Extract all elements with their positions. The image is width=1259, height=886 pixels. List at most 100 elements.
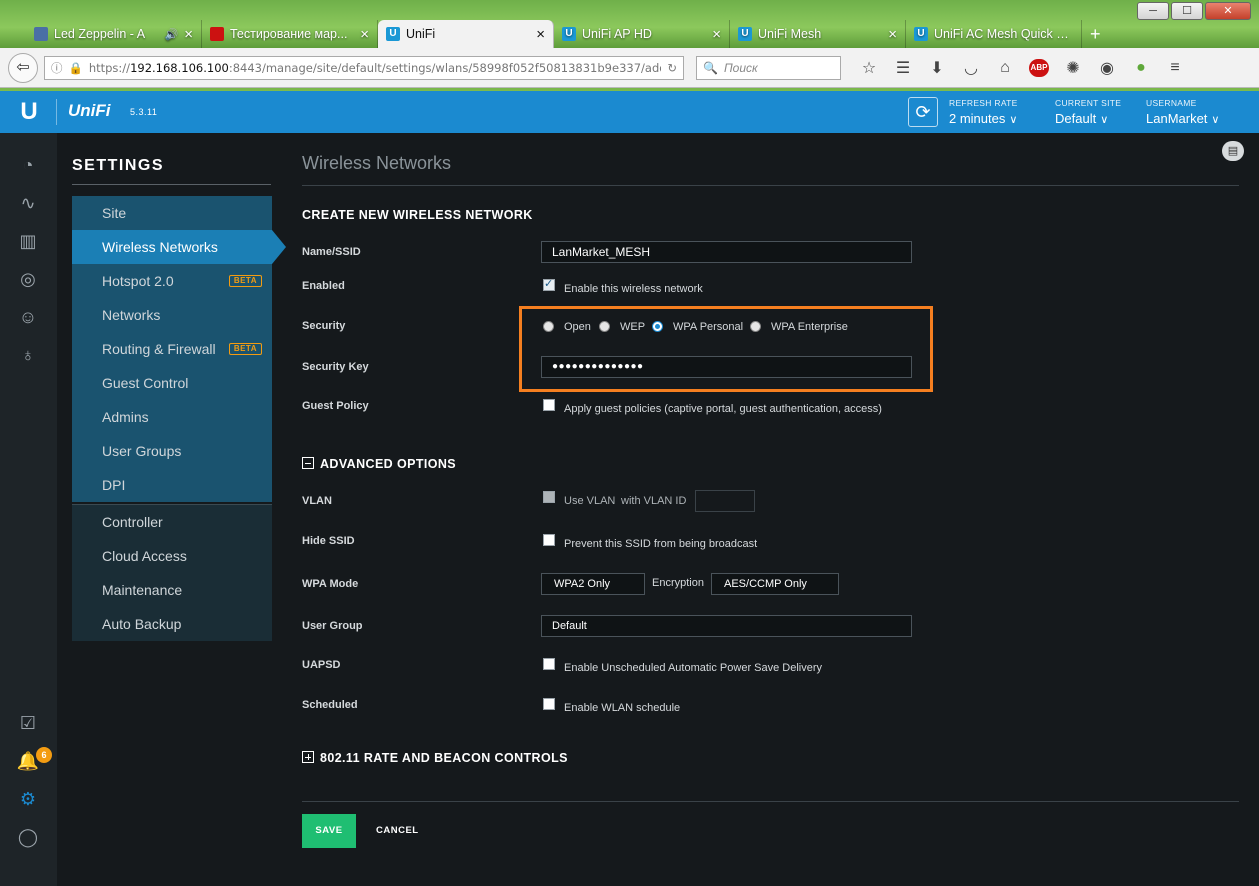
guest-policy-checkbox[interactable] [543, 399, 555, 411]
browser-tab[interactable]: U UniFi AP HD × [554, 20, 730, 48]
uapsd-checkbox[interactable] [543, 658, 555, 670]
chevron-down-icon: ∨ [1100, 114, 1109, 126]
adblock-icon[interactable]: ABP [1029, 58, 1049, 77]
site-selector[interactable]: CURRENT SITE Default ∨ [1055, 98, 1121, 126]
guest-policy-label: Guest Policy [302, 400, 369, 412]
sidebar-item-auto-backup[interactable]: Auto Backup [72, 607, 272, 641]
eye-icon[interactable]: ◉ [1097, 58, 1117, 78]
events-icon[interactable]: ☑ [16, 711, 40, 735]
green-ball-icon[interactable]: ● [1131, 59, 1151, 77]
browser-tab[interactable]: Led Zeppelin - A 🔊 × [26, 20, 202, 48]
browser-tab-active[interactable]: U UniFi × [378, 20, 554, 48]
radio-label: WEP [620, 321, 646, 333]
sidebar-item-admins[interactable]: Admins [72, 400, 272, 434]
search-input[interactable]: 🔍 Поиск [696, 55, 841, 80]
address-bar[interactable]: ⓘ 🔒 https://192.168.106.100:8443/manage/… [44, 55, 684, 80]
pocket-icon[interactable]: ◡ [961, 58, 981, 78]
chat-icon[interactable]: ◯ [16, 825, 40, 849]
brand-name: UniFi [68, 101, 111, 120]
security-radio-wpa-personal[interactable] [652, 321, 663, 332]
security-key-input[interactable]: ●●●●●●●●●●●●●● [541, 356, 912, 378]
print-icon[interactable]: ▤ [1222, 141, 1244, 161]
encryption-select[interactable]: AES/CCMP Only [711, 573, 839, 595]
expand-icon [302, 751, 314, 763]
menu-icon[interactable]: ≡ [1165, 59, 1185, 77]
vlan-label: VLAN [302, 495, 332, 507]
vlan-checkbox[interactable] [543, 491, 555, 503]
browser-chrome: ─ ☐ ✕ Led Zeppelin - A 🔊 × Тестирование … [0, 0, 1259, 91]
reload-icon[interactable]: ↻ [667, 61, 677, 75]
sidebar-item-site[interactable]: Site [72, 196, 272, 230]
download-icon[interactable]: ⬇ [927, 58, 947, 78]
sidebar-item-user-groups[interactable]: User Groups [72, 434, 272, 468]
sidebar-item-dpi[interactable]: DPI [72, 468, 272, 502]
map-icon[interactable]: ▥ [16, 229, 40, 253]
user-menu[interactable]: USERNAME LanMarket ∨ [1146, 98, 1219, 126]
security-radio-wpa-enterprise[interactable] [750, 321, 761, 332]
cancel-button[interactable]: CANCEL [376, 814, 419, 848]
close-tab-icon[interactable]: × [184, 26, 193, 43]
save-button[interactable]: SAVE [302, 814, 356, 848]
extension-icon[interactable]: ✺ [1063, 58, 1083, 78]
radio-label: WPA Enterprise [771, 321, 848, 333]
bookmark-star-icon[interactable]: ☆ [859, 58, 879, 78]
hide-ssid-checkbox[interactable] [543, 534, 555, 546]
highlight-box [519, 306, 933, 392]
section-title: CREATE NEW WIRELESS NETWORK [302, 208, 533, 222]
sidebar-item-hotspot[interactable]: Hotspot 2.0 BETA [72, 264, 272, 298]
rate-beacon-toggle[interactable]: 802.11 RATE AND BEACON CONTROLS [302, 751, 568, 765]
scheduled-checkbox[interactable] [543, 698, 555, 710]
clients-icon[interactable]: ☺ [16, 305, 40, 329]
info-icon[interactable]: ⓘ [51, 60, 63, 76]
close-tab-icon[interactable]: × [888, 26, 897, 43]
new-tab-button[interactable]: + [1082, 20, 1109, 48]
window-controls: ─ ☐ ✕ [1137, 2, 1251, 20]
insights-icon[interactable]: ♁ [16, 343, 40, 367]
wpa-mode-select[interactable]: WPA2 Only [541, 573, 645, 595]
browser-tab[interactable]: Тестирование мар... × [202, 20, 378, 48]
enabled-label: Enabled [302, 280, 345, 292]
devices-icon[interactable]: ◎ [16, 267, 40, 291]
security-radio-open[interactable] [543, 321, 554, 332]
sidebar-item-maintenance[interactable]: Maintenance [72, 573, 272, 607]
close-tab-icon[interactable]: × [536, 26, 545, 43]
icon-rail: ◔ ∿ ▥ ◎ ☺ ♁ ☑ 🔔 ⚙ ◯ [0, 133, 57, 886]
sidebar-item-cloud-access[interactable]: Cloud Access [72, 539, 272, 573]
sidebar-item-controller[interactable]: Controller [72, 505, 272, 539]
advanced-options-toggle[interactable]: ADVANCED OPTIONS [302, 457, 456, 471]
red-hex-icon [210, 27, 224, 41]
notification-count-badge: 6 [36, 747, 52, 763]
sidebar-item-guest-control[interactable]: Guest Control [72, 366, 272, 400]
statistics-icon[interactable]: ∿ [16, 191, 40, 215]
home-icon[interactable]: ⌂ [995, 59, 1015, 77]
refresh-icon[interactable]: ⟳ [908, 97, 938, 127]
vlan-text: Use VLAN [564, 495, 616, 507]
dashboard-icon[interactable]: ◔ [16, 153, 40, 177]
speaker-icon[interactable]: 🔊 [165, 28, 179, 41]
ssid-input[interactable]: LanMarket_MESH [541, 241, 912, 263]
unifi-app: U UniFi 5.3.11 ⟳ REFRESH RATE 2 minutes ∨… [0, 91, 1259, 886]
security-key-label: Security Key [302, 361, 369, 373]
browser-tab[interactable]: U UniFi AC Mesh Quick St... [906, 20, 1082, 48]
divider [302, 801, 1239, 802]
reading-list-icon[interactable]: ☰ [893, 58, 913, 78]
security-radio-wep[interactable] [599, 321, 610, 332]
ubiquiti-logo-icon[interactable]: U [14, 97, 44, 127]
browser-tab[interactable]: U UniFi Mesh × [730, 20, 906, 48]
vlan-id-input[interactable] [695, 490, 755, 512]
close-tab-icon[interactable]: × [712, 26, 721, 43]
settings-gear-icon[interactable]: ⚙ [16, 787, 40, 811]
tab-label: UniFi [406, 27, 436, 41]
sidebar-item-wireless-networks[interactable]: Wireless Networks [72, 230, 286, 264]
user-group-select[interactable]: Default [541, 615, 912, 637]
back-button[interactable]: ⇦ [8, 52, 38, 83]
enabled-checkbox[interactable] [543, 277, 555, 291]
maximize-button[interactable]: ☐ [1171, 2, 1203, 20]
sidebar-item-routing-firewall[interactable]: Routing & Firewall BETA [72, 332, 272, 366]
close-tab-icon[interactable]: × [360, 26, 369, 43]
close-window-button[interactable]: ✕ [1205, 2, 1251, 20]
refresh-rate-selector[interactable]: REFRESH RATE 2 minutes ∨ [949, 98, 1018, 126]
tab-label: UniFi Mesh [758, 27, 822, 41]
sidebar-item-networks[interactable]: Networks [72, 298, 272, 332]
minimize-button[interactable]: ─ [1137, 2, 1169, 20]
